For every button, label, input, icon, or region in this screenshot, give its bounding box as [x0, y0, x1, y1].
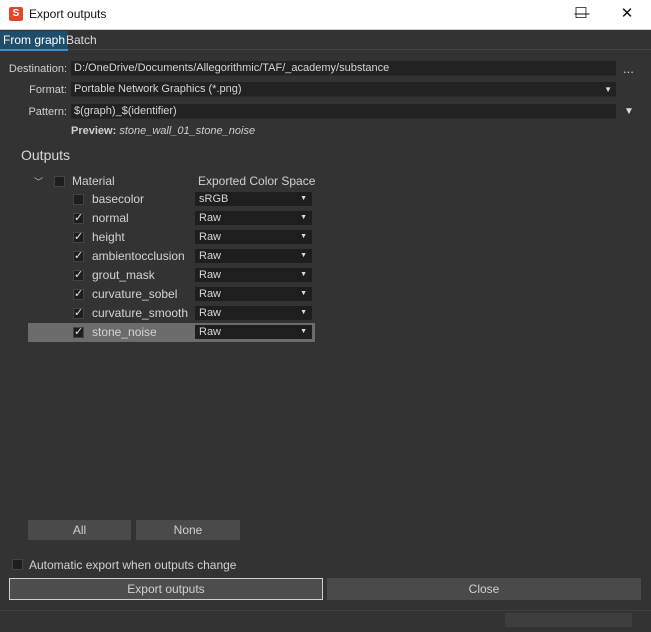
preview-label: Preview: [71, 125, 117, 137]
select-none-button[interactable]: None [136, 520, 240, 540]
output-name: curvature_sobel [92, 287, 178, 301]
chevron-down-icon: ▼ [300, 328, 307, 335]
auto-export-checkbox[interactable] [12, 559, 23, 570]
substance-app-icon: S [9, 7, 23, 21]
material-group-checkbox[interactable] [54, 176, 65, 187]
output-name: curvature_smooth [92, 306, 189, 320]
color-space-column-header: Exported Color Space [198, 174, 316, 188]
chevron-down-icon: ▼ [300, 290, 307, 297]
output-row[interactable]: ambientocclusion Raw ▼ [28, 247, 315, 266]
output-checkbox[interactable] [73, 194, 84, 205]
pattern-field[interactable]: $(graph)_$(identifier) [71, 104, 616, 119]
color-space-value: Raw [199, 269, 222, 281]
browse-button[interactable]: ... [623, 61, 634, 76]
close-button[interactable]: Close [327, 578, 641, 600]
destination-field[interactable]: D:/OneDrive/Documents/Allegorithmic/TAF/… [71, 61, 616, 76]
maximize-button[interactable]: ☐ [558, 0, 604, 29]
color-space-value: Raw [199, 212, 222, 224]
color-space-value: sRGB [199, 193, 229, 205]
output-checkbox[interactable] [73, 249, 84, 262]
tab-bar: From graph Batch [0, 30, 651, 51]
material-group-label: Material [72, 174, 115, 188]
format-label: Format: [29, 84, 67, 96]
export-outputs-button[interactable]: Export outputs [9, 578, 323, 600]
output-row[interactable]: normal Raw ▼ [28, 209, 315, 228]
auto-export-label: Automatic export when outputs change [29, 558, 237, 572]
output-checkbox[interactable] [73, 230, 84, 243]
output-row[interactable]: curvature_smooth Raw ▼ [28, 304, 315, 323]
maximize-icon: ☐ [574, 5, 588, 22]
output-row[interactable]: grout_mask Raw ▼ [28, 266, 315, 285]
color-space-value: Raw [199, 326, 222, 338]
select-all-button[interactable]: All [28, 520, 131, 540]
output-row[interactable]: stone_noise Raw ▼ [28, 323, 315, 342]
chevron-down-icon: ▼ [300, 195, 307, 202]
pattern-label: Pattern: [28, 106, 67, 118]
color-space-dropdown[interactable]: sRGB ▼ [195, 192, 312, 206]
color-space-dropdown[interactable]: Raw ▼ [195, 325, 312, 339]
output-checkbox[interactable] [73, 287, 84, 300]
chevron-down-icon: ▼ [300, 271, 307, 278]
format-dropdown[interactable]: Portable Network Graphics (*.png) ▼ [71, 82, 616, 97]
output-row[interactable]: height Raw ▼ [28, 228, 315, 247]
output-checkbox[interactable] [73, 211, 84, 224]
output-checkbox[interactable] [73, 325, 84, 338]
status-progress [505, 613, 632, 627]
chevron-down-icon: ▼ [300, 309, 307, 316]
output-name: stone_noise [92, 325, 157, 339]
color-space-dropdown[interactable]: Raw ▼ [195, 211, 312, 225]
color-space-value: Raw [199, 307, 222, 319]
format-value: Portable Network Graphics (*.png) [74, 83, 242, 95]
destination-label: Destination: [8, 63, 67, 75]
preview: Preview: stone_wall_01_stone_noise [71, 125, 255, 137]
chevron-down-icon: ▼ [604, 85, 612, 94]
tab-batch[interactable]: Batch [63, 31, 100, 49]
title-bar: S Export outputs — ☐ ✕ [0, 0, 651, 30]
output-row[interactable]: basecolor sRGB ▼ [28, 190, 315, 209]
chevron-down-icon: ▼ [300, 233, 307, 240]
window-title: Export outputs [29, 7, 107, 21]
output-name: grout_mask [92, 268, 155, 282]
color-space-value: Raw [199, 288, 222, 300]
color-space-dropdown[interactable]: Raw ▼ [195, 287, 312, 301]
outputs-title: Outputs [21, 147, 71, 163]
color-space-dropdown[interactable]: Raw ▼ [195, 306, 312, 320]
close-icon: ✕ [620, 5, 634, 22]
tab-from-graph[interactable]: From graph [0, 31, 69, 51]
output-checkbox[interactable] [73, 268, 84, 281]
output-name: ambientocclusion [92, 249, 185, 263]
output-name: height [92, 230, 125, 244]
output-name: normal [92, 211, 129, 225]
collapse-chevron-icon[interactable]: ﹀ [34, 175, 43, 188]
chevron-down-icon: ▼ [300, 252, 307, 259]
output-name: basecolor [92, 192, 145, 206]
preview-value: stone_wall_01_stone_noise [119, 125, 256, 137]
color-space-value: Raw [199, 231, 222, 243]
color-space-dropdown[interactable]: Raw ▼ [195, 249, 312, 263]
close-window-button[interactable]: ✕ [604, 0, 650, 29]
pattern-menu-chevron-icon[interactable]: ▼ [624, 106, 634, 117]
color-space-dropdown[interactable]: Raw ▼ [195, 268, 312, 282]
color-space-dropdown[interactable]: Raw ▼ [195, 230, 312, 244]
chevron-down-icon: ▼ [300, 214, 307, 221]
output-row[interactable]: curvature_sobel Raw ▼ [28, 285, 315, 304]
output-checkbox[interactable] [73, 306, 84, 319]
color-space-value: Raw [199, 250, 222, 262]
